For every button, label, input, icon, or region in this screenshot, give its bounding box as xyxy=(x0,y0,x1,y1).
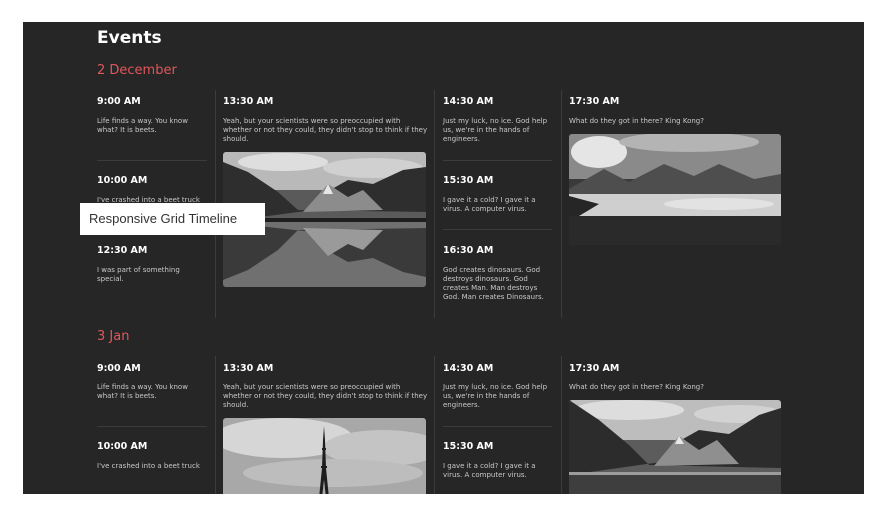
event-description: Life finds a way. You know what? It is b… xyxy=(97,117,188,134)
event-time: 15:30 AM xyxy=(443,441,494,452)
event-time: 10:00 AM xyxy=(97,175,148,186)
column-divider xyxy=(434,90,435,318)
event-time: 9:00 AM xyxy=(97,96,141,107)
events-page: Events 2 December 9:00 AM Life finds a w… xyxy=(23,22,864,494)
event-description: Just my luck, no ice. God help us, we're… xyxy=(443,383,548,409)
event-time: 16:30 AM xyxy=(443,245,494,256)
event-description: Yeah, but your scientists were so preocc… xyxy=(223,117,428,143)
event-separator xyxy=(443,229,552,230)
event-description: What do they got in there? King Kong? xyxy=(569,117,704,125)
tooltip: Responsive Grid Timeline xyxy=(80,203,265,235)
event-time: 14:30 AM xyxy=(443,96,494,107)
event-description: What do they got in there? King Kong? xyxy=(569,383,704,391)
event-time: 17:30 AM xyxy=(569,96,620,107)
event-description: Just my luck, no ice. God help us, we're… xyxy=(443,117,548,143)
event-description: Life finds a way. You know what? It is b… xyxy=(97,383,188,400)
eiffel-tower-photo xyxy=(223,418,426,494)
day-date: 2 December xyxy=(97,63,177,78)
event-description: I was part of something special. xyxy=(97,266,180,283)
column-divider xyxy=(215,356,216,494)
day-date: 3 Jan xyxy=(97,329,130,344)
event-description: I gave it a cold? I gave it a virus. A c… xyxy=(443,462,536,479)
event-time: 12:30 AM xyxy=(97,245,148,256)
event-time: 13:30 AM xyxy=(223,363,274,374)
event-separator xyxy=(443,426,552,427)
column-divider xyxy=(561,90,562,318)
event-time: 9:00 AM xyxy=(97,363,141,374)
event-description: I gave it a cold? I gave it a virus. A c… xyxy=(443,196,536,213)
event-description: Yeah, but your scientists were so preocc… xyxy=(223,383,428,409)
event-time: 10:00 AM xyxy=(97,441,148,452)
event-time: 14:30 AM xyxy=(443,363,494,374)
mountain-valley-photo xyxy=(569,134,781,245)
event-time: 13:30 AM xyxy=(223,96,274,107)
column-divider xyxy=(561,356,562,494)
mountain-lake-photo xyxy=(569,400,781,494)
page-title: Events xyxy=(97,28,162,48)
event-description: I've crashed into a beet truck xyxy=(97,462,200,470)
event-time: 17:30 AM xyxy=(569,363,620,374)
event-time: 15:30 AM xyxy=(443,175,494,186)
column-divider xyxy=(434,356,435,494)
event-separator xyxy=(97,160,207,161)
event-description: God creates dinosaurs. God destroys dino… xyxy=(443,266,544,301)
event-separator xyxy=(443,160,552,161)
event-separator xyxy=(97,426,207,427)
